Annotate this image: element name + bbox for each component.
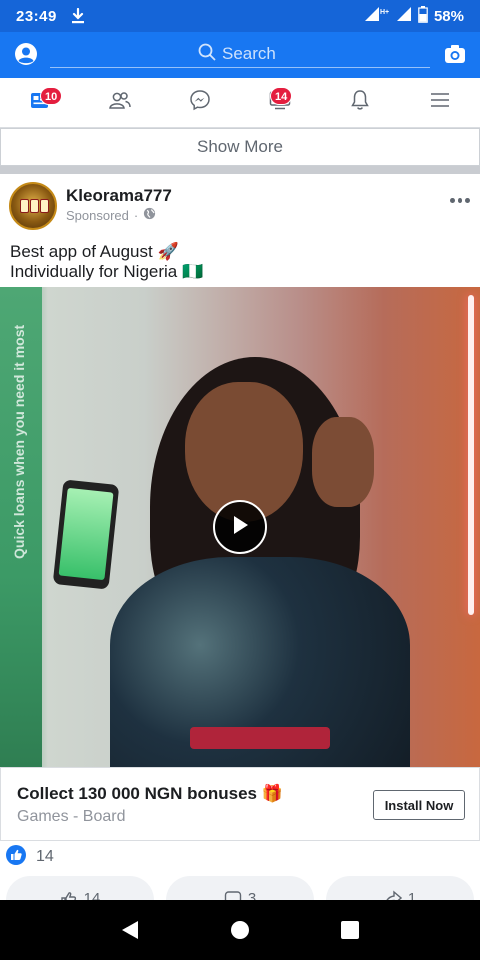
post-actions: 14 3 1 <box>0 876 480 900</box>
like-button[interactable]: 14 <box>6 876 154 900</box>
play-icon <box>230 514 250 541</box>
more-options-icon[interactable] <box>450 192 471 208</box>
download-icon <box>71 8 85 24</box>
tab-news-feed[interactable]: 10 <box>0 78 80 127</box>
video-caption: Quick loans when you need it most <box>11 325 27 559</box>
post-video[interactable]: Quick loans when you need it most <box>0 287 480 767</box>
post-text-line-1: Best app of August 🚀 <box>10 242 179 261</box>
svg-text:H+: H+ <box>380 9 389 16</box>
like-icon <box>60 890 78 900</box>
status-time: 23:49 <box>16 7 57 25</box>
post-text: Best app of August 🚀 Individually for Ni… <box>10 242 470 282</box>
bell-icon <box>350 89 370 116</box>
battery-icon <box>418 5 428 27</box>
wifi-icon: H+ <box>364 6 390 26</box>
globe-icon <box>143 207 156 223</box>
app-header <box>0 32 480 78</box>
cta-subtitle: Games - Board <box>17 808 126 825</box>
battery-percent: 58% <box>433 7 464 25</box>
share-icon <box>384 890 402 900</box>
news-feed-badge: 10 <box>40 87 63 105</box>
search-bar[interactable] <box>50 41 430 68</box>
home-icon[interactable] <box>228 918 252 942</box>
comment-icon <box>224 890 242 900</box>
tab-notifications[interactable] <box>320 78 400 127</box>
back-icon[interactable] <box>118 918 142 942</box>
tab-watch[interactable]: 14 <box>240 78 320 127</box>
tab-menu[interactable] <box>400 78 480 127</box>
signal-icon <box>396 6 412 26</box>
install-now-button[interactable]: Install Now <box>373 790 465 820</box>
post-text-line-2: Individually for Nigeria 🇳🇬 <box>10 262 204 281</box>
camera-icon[interactable] <box>444 43 466 65</box>
recents-icon[interactable] <box>338 918 362 942</box>
watch-badge: 14 <box>270 87 293 105</box>
reaction-count: 14 <box>36 848 54 865</box>
menu-icon <box>430 92 450 113</box>
video-banner: Quick loans when you need it most <box>0 287 42 767</box>
feed-separator <box>0 166 480 174</box>
phone-in-video <box>52 479 120 590</box>
post-author[interactable]: Kleorama777 <box>66 186 172 206</box>
cta-title: Collect 130 000 NGN bonuses 🎁 <box>17 784 283 803</box>
nav-tabs: 10 14 <box>0 78 480 128</box>
profile-icon[interactable] <box>14 42 38 66</box>
play-button[interactable] <box>213 500 267 554</box>
tab-friends[interactable] <box>80 78 160 127</box>
tab-messenger[interactable] <box>160 78 240 127</box>
share-button[interactable]: 1 <box>326 876 474 900</box>
post-header <box>0 174 480 238</box>
search-icon <box>198 43 216 66</box>
post-meta: Sponsored · <box>66 207 156 223</box>
android-nav-bar <box>0 900 480 960</box>
sponsored-label[interactable]: Sponsored <box>66 208 129 223</box>
reaction-summary[interactable]: 14 <box>6 844 54 870</box>
status-bar: 23:49 H+ 58% <box>0 0 480 32</box>
avatar[interactable] <box>9 182 57 230</box>
comment-count: 3 <box>247 890 257 900</box>
search-input[interactable] <box>222 44 282 64</box>
meta-separator: · <box>133 207 139 223</box>
like-reaction-icon <box>6 844 26 870</box>
like-count: 14 <box>83 890 101 900</box>
friends-icon <box>108 91 132 114</box>
messenger-icon <box>189 89 211 116</box>
comment-button[interactable]: 3 <box>166 876 314 900</box>
share-count: 1 <box>407 890 417 900</box>
ad-cta: Collect 130 000 NGN bonuses 🎁 Games - Bo… <box>0 767 480 841</box>
show-more-button[interactable]: Show More <box>0 128 480 166</box>
